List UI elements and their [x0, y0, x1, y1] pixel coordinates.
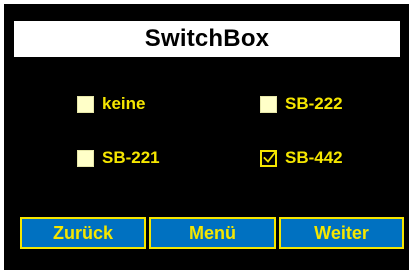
checkbox-sb-222[interactable]: [260, 95, 277, 113]
menu-button[interactable]: Menü: [149, 217, 276, 249]
checkbox-sb-221[interactable]: [77, 149, 94, 167]
switchbox-panel: SwitchBox keine SB-222 SB-221 SB-442 Zur…: [4, 4, 409, 270]
next-button-label: Weiter: [314, 222, 369, 243]
device-screen: SwitchBox keine SB-222 SB-221 SB-442 Zur…: [0, 0, 415, 277]
option-sb-221[interactable]: SB-221: [77, 148, 160, 168]
checkbox-sb-442[interactable]: [260, 149, 277, 167]
option-label-sb-221: SB-221: [102, 148, 160, 167]
back-button[interactable]: Zurück: [20, 217, 146, 249]
menu-button-label: Menü: [189, 222, 236, 243]
title-bar: SwitchBox: [14, 21, 400, 57]
option-sb-222[interactable]: SB-222: [260, 94, 343, 114]
next-button[interactable]: Weiter: [279, 217, 404, 249]
option-label-keine: keine: [102, 94, 146, 113]
option-label-sb-222: SB-222: [285, 94, 343, 113]
check-icon: [263, 150, 276, 163]
back-button-label: Zurück: [52, 222, 113, 243]
option-keine[interactable]: keine: [77, 94, 145, 114]
option-sb-442[interactable]: SB-442: [260, 148, 343, 168]
page-title: SwitchBox: [144, 25, 270, 52]
checkbox-keine[interactable]: [77, 95, 94, 113]
option-label-sb-442: SB-442: [285, 148, 343, 167]
